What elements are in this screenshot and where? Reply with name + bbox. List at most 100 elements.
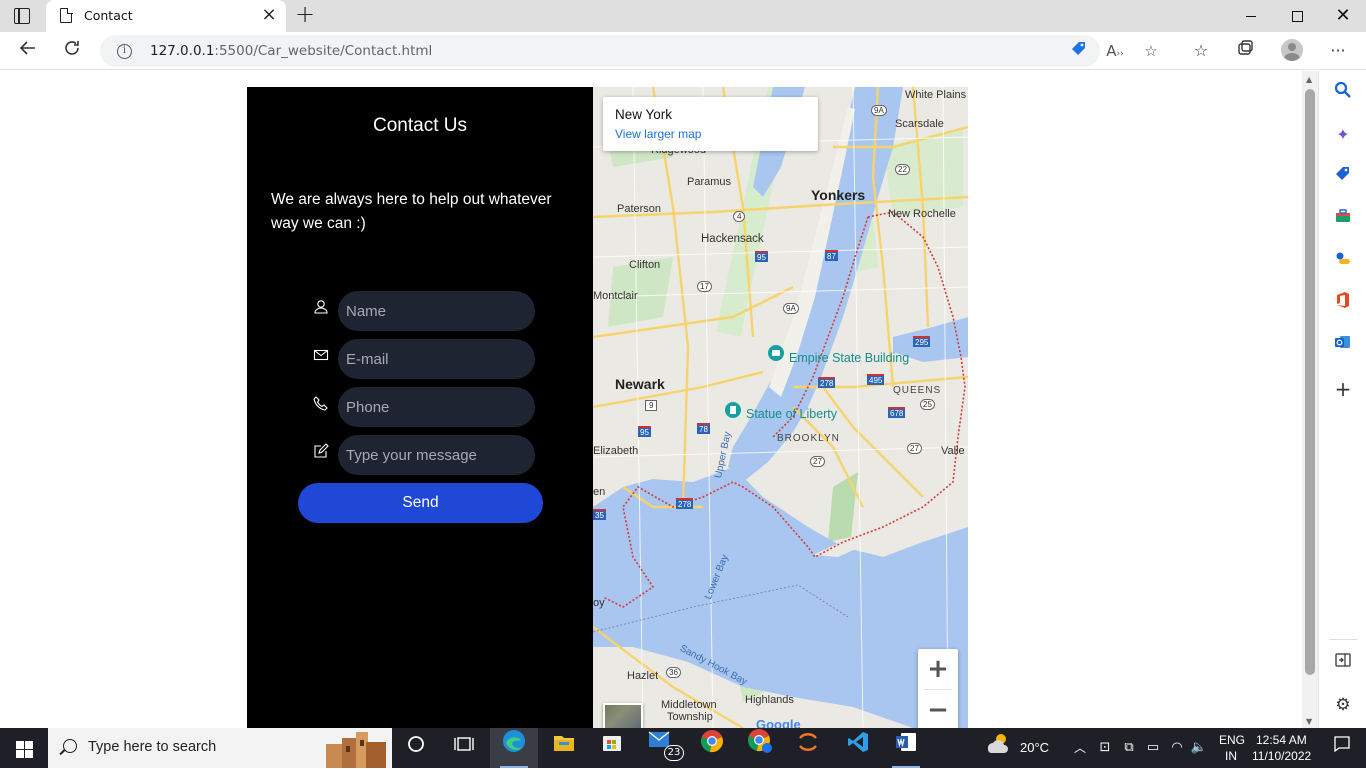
battery-icon[interactable]: ▭: [1142, 728, 1164, 768]
chrome-icon[interactable]: [688, 728, 736, 768]
route-shield: 678: [888, 407, 906, 418]
route-shield: 87: [825, 250, 838, 261]
taskbar-search-box[interactable]: Type here to search: [48, 728, 392, 768]
file-explorer-icon[interactable]: [540, 728, 588, 768]
back-icon[interactable]: [14, 38, 42, 64]
language-region[interactable]: IN: [1225, 749, 1237, 763]
tab-contact[interactable]: Contact ×: [46, 0, 286, 32]
scroll-up-arrow[interactable]: ▲: [1306, 75, 1312, 84]
office-icon[interactable]: [1331, 291, 1355, 315]
map-label-montclair: Montclair: [593, 290, 638, 302]
outlook-icon[interactable]: [1331, 333, 1355, 357]
shopping-tag-icon[interactable]: [1331, 165, 1355, 189]
wifi-icon[interactable]: ◠: [1166, 728, 1188, 768]
discover-sparkle-icon[interactable]: ✦: [1331, 123, 1355, 147]
browser-toolbar: i 127.0.0.1:5500/Car_website/Contact.htm…: [0, 32, 1366, 70]
close-window-button[interactable]: ✕: [1320, 0, 1366, 32]
profile-avatar[interactable]: [1281, 39, 1303, 61]
site-info-icon[interactable]: i: [117, 44, 132, 59]
page-icon: [60, 7, 73, 23]
show-hidden-icons-chevron-icon[interactable]: ︿: [1070, 728, 1090, 768]
page-viewport: Contact Us We are always here to help ou…: [0, 71, 1302, 728]
map-label-yonkers: Yonkers: [811, 187, 866, 203]
contact-tagline: We are always here to help out whatever …: [271, 191, 552, 232]
hide-sidebar-icon[interactable]: [1331, 651, 1355, 675]
tools-briefcase-icon[interactable]: [1331, 207, 1355, 231]
collections-icon[interactable]: [1232, 39, 1258, 63]
favorites-icon[interactable]: ☆: [1188, 39, 1214, 63]
page-scrollbar[interactable]: ▲ ▼: [1302, 71, 1318, 728]
store-icon[interactable]: [588, 728, 636, 768]
read-aloud-icon[interactable]: A››: [1104, 40, 1126, 62]
map-label-township: Township: [667, 711, 713, 723]
route-shield: 9A: [871, 105, 887, 116]
search-icon[interactable]: [1331, 81, 1355, 105]
notification-app-icon[interactable]: ⧉: [1118, 728, 1140, 768]
more-menu-icon[interactable]: ···: [1325, 39, 1351, 63]
scroll-down-arrow[interactable]: ▼: [1306, 717, 1312, 726]
email-row: [313, 339, 543, 379]
clock-time[interactable]: 12:54 AM: [1256, 733, 1307, 747]
phone-field[interactable]: [338, 387, 535, 427]
cortana-icon[interactable]: [392, 728, 440, 768]
language-code[interactable]: ENG: [1219, 733, 1245, 747]
close-tab-icon[interactable]: ×: [260, 5, 278, 25]
view-larger-map-link[interactable]: View larger map: [615, 127, 701, 141]
message-field[interactable]: [338, 435, 535, 475]
new-tab-button[interactable]: +: [293, 2, 317, 27]
maximize-button[interactable]: [1274, 0, 1320, 32]
add-favorite-icon[interactable]: ☆: [1140, 40, 1162, 62]
map-label-paterson: Paterson: [617, 203, 662, 215]
map-label-queens: QUEENS: [893, 385, 942, 396]
url-path: :5500/Car_website/Contact.html: [214, 43, 433, 59]
route-shield: 17: [697, 281, 712, 292]
coupon-tag-icon[interactable]: [1068, 40, 1090, 62]
search-icon: [63, 739, 77, 753]
edit-icon: [314, 443, 329, 458]
envelope-icon: [313, 349, 329, 361]
games-icon[interactable]: [1331, 249, 1355, 273]
email-field[interactable]: [338, 339, 535, 379]
word-icon[interactable]: [882, 728, 930, 768]
edge-taskbar-icon[interactable]: [490, 728, 538, 768]
notifications-icon[interactable]: [1318, 728, 1366, 768]
chrome-profile-icon[interactable]: [736, 728, 784, 768]
start-button[interactable]: [0, 728, 48, 768]
map-label-bay: oy: [593, 597, 605, 609]
settings-gear-icon[interactable]: ⚙: [1331, 693, 1355, 717]
user-icon: [314, 300, 328, 314]
map-label-hackensack: Hackensack: [701, 233, 764, 245]
zoom-in-button[interactable]: +: [918, 649, 958, 689]
weather-icon[interactable]: [978, 728, 1018, 768]
tab-title: Contact: [84, 8, 133, 23]
clock-date[interactable]: 11/10/2022: [1252, 749, 1311, 763]
send-button[interactable]: Send: [298, 483, 543, 523]
address-bar[interactable]: i 127.0.0.1:5500/Car_website/Contact.htm…: [100, 35, 1158, 67]
mail-icon[interactable]: 23: [638, 728, 686, 768]
scroll-thumb[interactable]: [1305, 89, 1315, 675]
url-text[interactable]: 127.0.0.1:5500/Car_website/Contact.html: [150, 43, 432, 59]
task-view-icon[interactable]: [440, 728, 488, 768]
minimize-button[interactable]: [1228, 0, 1274, 32]
jupyter-icon[interactable]: [784, 728, 832, 768]
map-label-highlands: Highlands: [745, 694, 794, 706]
refresh-icon[interactable]: [58, 38, 86, 64]
route-shield: 9: [645, 400, 658, 411]
weather-temperature[interactable]: 20°C: [1020, 740, 1049, 755]
route-shield: 295: [913, 336, 931, 347]
map-label-statue-liberty: Statue of Liberty: [746, 407, 838, 421]
url-host: 127.0.0.1: [150, 43, 215, 59]
route-shield: 278: [818, 377, 836, 388]
name-field[interactable]: [338, 291, 535, 331]
message-row: [313, 435, 543, 475]
browser-titlebar: Contact × + ✕: [0, 0, 1366, 32]
vscode-icon[interactable]: [834, 728, 882, 768]
satellite-layer-toggle[interactable]: [603, 703, 643, 728]
add-sidebar-app-icon[interactable]: +: [1331, 377, 1355, 401]
zoom-out-button[interactable]: −: [918, 690, 958, 728]
volume-muted-icon[interactable]: 🔈: [1188, 728, 1210, 768]
tab-actions-icon[interactable]: [14, 8, 30, 24]
meet-now-icon[interactable]: ⊡: [1094, 728, 1116, 768]
page-title: Contact Us: [373, 115, 467, 136]
embedded-map[interactable]: White Plains Scarsdale Ridgewood Paramus…: [593, 87, 968, 728]
